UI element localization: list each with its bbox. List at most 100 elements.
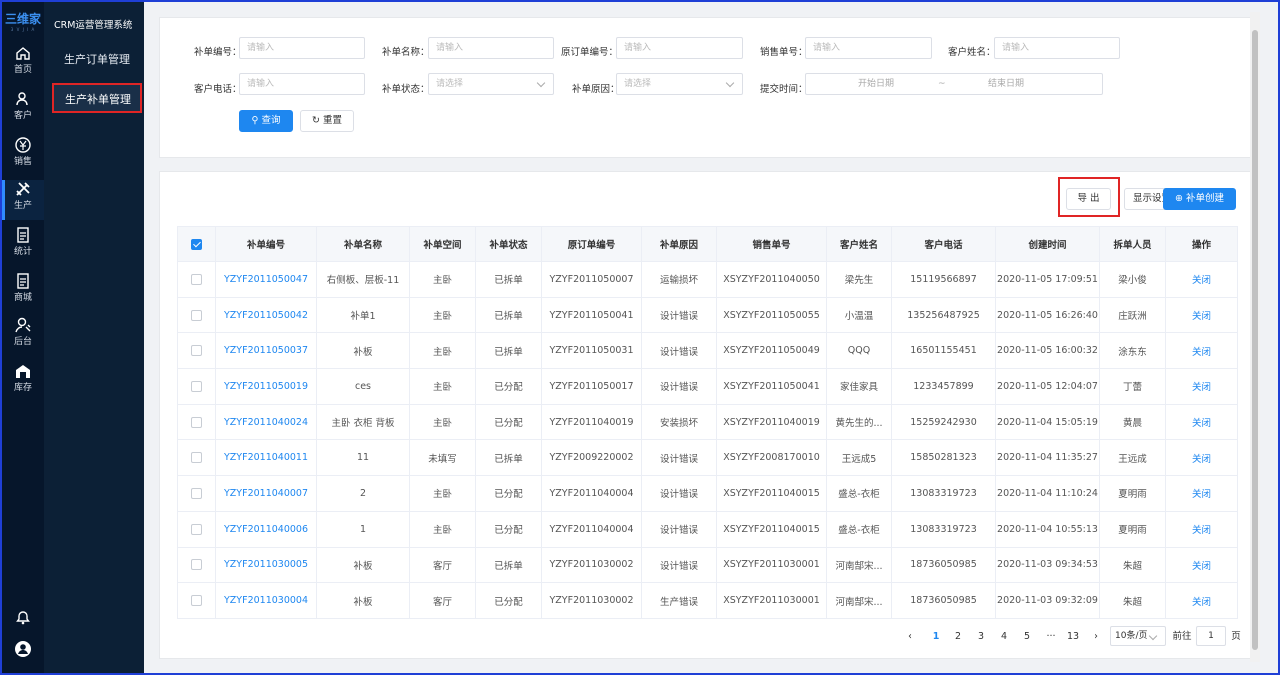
row-select-cell[interactable]	[177, 475, 216, 512]
subnav-item-production-orders[interactable]: 生产订单管理	[52, 45, 142, 75]
rail-item-3[interactable]: 生产	[2, 180, 44, 220]
reorder-no-link[interactable]: YZYF2011030004	[215, 582, 317, 619]
row-checkbox[interactable]	[191, 452, 202, 464]
row-checkbox[interactable]	[191, 523, 202, 535]
table-cell: 王远成	[1099, 439, 1166, 477]
rail-item-6[interactable]: 后台	[2, 316, 44, 356]
rail-item-2[interactable]: 销售	[2, 136, 44, 176]
reorder-no-link[interactable]: YZYF2011050037	[215, 332, 317, 370]
page-number[interactable]: 5	[1020, 628, 1034, 646]
reorder-no-link[interactable]: YZYF2011040007	[215, 475, 317, 512]
row-checkbox[interactable]	[191, 273, 202, 285]
results-panel: 导 出 显示设置 ⊕ 补单创建 补单编号 补单名称 补单空间 补单状态 原订单编号 补单原…	[159, 171, 1251, 659]
close-action-link[interactable]: 关闭	[1165, 332, 1238, 370]
table-cell: XSYZYF2011050041	[716, 368, 827, 405]
order-no-input[interactable]: 请输入	[239, 37, 365, 59]
row-checkbox[interactable]	[191, 309, 202, 321]
user-avatar-icon[interactable]	[2, 640, 44, 664]
rail-item-0[interactable]: 首页	[2, 44, 44, 84]
close-action-link[interactable]: 关闭	[1165, 261, 1238, 298]
customer-name-input[interactable]: 请输入	[994, 37, 1120, 59]
row-select-cell[interactable]	[177, 368, 216, 405]
export-button[interactable]: 导 出	[1066, 188, 1111, 210]
row-checkbox[interactable]	[191, 487, 202, 499]
close-action-link[interactable]: 关闭	[1165, 296, 1238, 334]
row-select-cell[interactable]	[177, 510, 216, 548]
table-cell: 设计错误	[641, 510, 717, 548]
goto-page-input[interactable]: 1	[1196, 626, 1226, 646]
vertical-scrollbar[interactable]	[1250, 12, 1260, 662]
scrollbar-thumb[interactable]	[1252, 30, 1258, 650]
page-size-select[interactable]: 10条/页	[1110, 626, 1166, 646]
reorder-no-link[interactable]: YZYF2011040006	[215, 510, 317, 548]
warehouse-icon	[16, 365, 30, 378]
column-header: 操作	[1165, 226, 1238, 262]
sales-no-input[interactable]: 请输入	[805, 37, 932, 59]
row-select-cell[interactable]	[177, 403, 216, 441]
row-checkbox[interactable]	[191, 595, 202, 607]
order-no-label: 补单编号：	[194, 47, 242, 58]
reorder-no-link[interactable]: YZYF2011030005	[215, 546, 317, 584]
table-row: YZYF2011030004 补板 客厅 已分配 YZYF2011030002 生产错误 X…	[177, 582, 1238, 619]
close-action-link[interactable]: 关闭	[1165, 368, 1238, 405]
rail-item-5[interactable]: 商城	[2, 272, 44, 312]
close-action-link[interactable]: 关闭	[1165, 475, 1238, 512]
close-action-link[interactable]: 关闭	[1165, 582, 1238, 619]
submit-time-range-picker[interactable]: 开始日期 ~ 结束日期	[805, 73, 1103, 95]
page-number[interactable]: 2	[951, 628, 965, 646]
row-checkbox[interactable]	[191, 559, 202, 571]
page-number[interactable]: 3	[974, 628, 988, 646]
table-cell: QQQ	[826, 332, 892, 370]
rail-item-1[interactable]: 客户	[2, 90, 44, 130]
table-cell: 小温温	[826, 296, 892, 334]
table-cell: 已拆单	[475, 296, 542, 334]
row-checkbox[interactable]	[191, 345, 202, 357]
close-action-link[interactable]: 关闭	[1165, 439, 1238, 477]
rail-item-7[interactable]: 库存	[2, 362, 44, 402]
orig-order-no-input[interactable]: 请输入	[616, 37, 743, 59]
select-all-cell[interactable]	[177, 226, 216, 262]
reorder-no-link[interactable]: YZYF2011040024	[215, 403, 317, 441]
table-cell: 安装损坏	[641, 403, 717, 441]
prev-page-icon[interactable]: ‹	[904, 628, 916, 646]
row-select-cell[interactable]	[177, 261, 216, 298]
table-cell: 黄晨	[1099, 403, 1166, 441]
select-all-checkbox[interactable]	[191, 238, 202, 250]
rail-item-4[interactable]: 统计	[2, 226, 44, 266]
query-button[interactable]: ⚲ 查询	[239, 110, 293, 132]
reset-button[interactable]: ↻ 重置	[300, 110, 354, 132]
status-select[interactable]: 请选择	[428, 73, 554, 95]
orig-order-no-label: 原订单编号：	[561, 47, 619, 58]
row-select-cell[interactable]	[177, 332, 216, 370]
close-action-link[interactable]: 关闭	[1165, 546, 1238, 584]
subnav-item-production-reorders[interactable]: 生产补单管理	[52, 83, 142, 113]
table-cell: 1	[316, 510, 410, 548]
page-number[interactable]: 13	[1066, 628, 1080, 646]
app-window: 三维家 3 V J I A 首页 客户 销售 生产 统计 商城 后台 库存 CRM运营管理系统…	[0, 0, 1280, 675]
page-number[interactable]: ···	[1044, 628, 1058, 646]
page-number[interactable]: 4	[997, 628, 1011, 646]
row-checkbox[interactable]	[191, 380, 202, 392]
order-name-input[interactable]: 请输入	[428, 37, 554, 59]
reason-select[interactable]: 请选择	[616, 73, 743, 95]
reorder-no-link[interactable]: YZYF2011050019	[215, 368, 317, 405]
customer-phone-input[interactable]: 请输入	[239, 73, 365, 95]
reorder-no-link[interactable]: YZYF2011050042	[215, 296, 317, 334]
table-cell: XSYZYF2011040019	[716, 403, 827, 441]
row-select-cell[interactable]	[177, 296, 216, 334]
reorder-no-link[interactable]: YZYF2011050047	[215, 261, 317, 298]
reorder-no-link[interactable]: YZYF2011040011	[215, 439, 317, 477]
close-action-link[interactable]: 关闭	[1165, 403, 1238, 441]
row-select-cell[interactable]	[177, 439, 216, 477]
next-page-icon[interactable]: ›	[1090, 628, 1102, 646]
row-select-cell[interactable]	[177, 546, 216, 584]
page-number[interactable]: 1	[929, 628, 943, 646]
create-reorder-button[interactable]: ⊕ 补单创建	[1163, 188, 1236, 210]
table-cell: 2020-11-04 15:05:19	[995, 403, 1100, 441]
row-select-cell[interactable]	[177, 582, 216, 619]
row-checkbox[interactable]	[191, 416, 202, 428]
close-action-link[interactable]: 关闭	[1165, 510, 1238, 548]
table-row: YZYF2011050047 右侧板、层板-11 主卧 已拆单 YZYF20110500…	[177, 261, 1238, 298]
table-cell: 11	[316, 439, 410, 477]
notification-bell-icon[interactable]	[2, 609, 44, 633]
